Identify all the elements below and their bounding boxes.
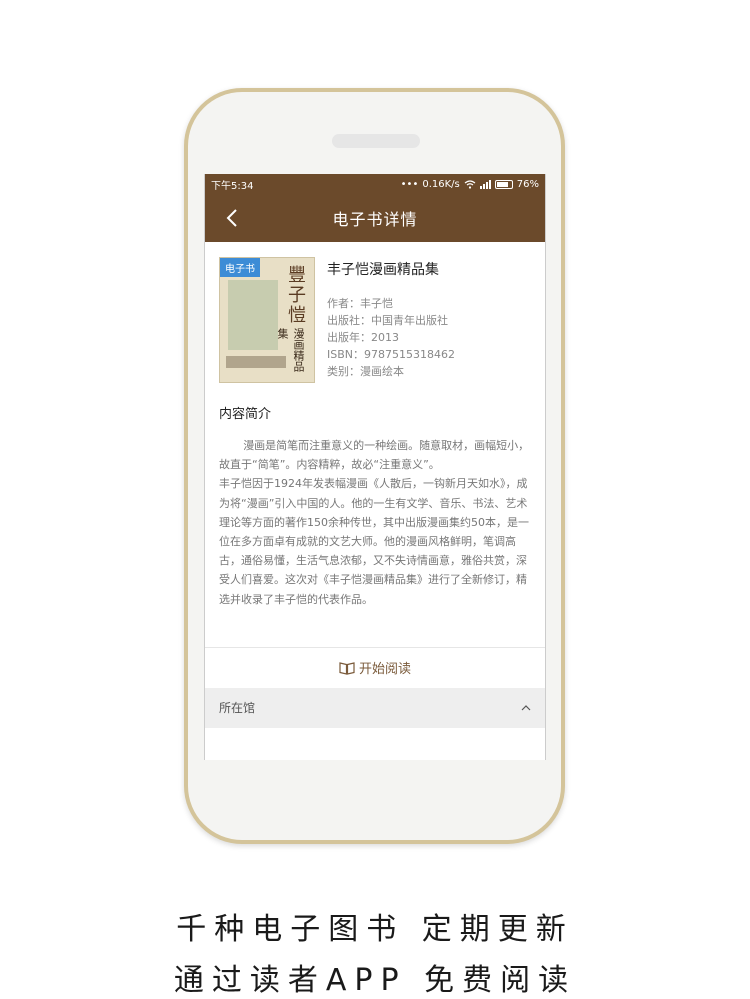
book-cover[interactable]: 豐子愷 漫画精品集 电子书	[219, 257, 315, 383]
phone-screen: 下午5:34 ••• 0.16K/s 76% 电子书详情 豐子愷 漫画精品集 电…	[204, 174, 546, 760]
cover-illustration	[228, 280, 278, 350]
status-time: 下午5:34	[211, 180, 254, 192]
phone-speaker	[332, 134, 420, 148]
summary-heading: 内容简介	[219, 407, 272, 422]
more-dots-icon: •••	[400, 178, 419, 190]
chevron-up-icon	[521, 704, 531, 711]
chevron-left-icon[interactable]	[221, 206, 245, 230]
book-meta: 丰子恺漫画精品集 作者：丰子恺 出版社：中国青年出版社 出版年：2013 ISB…	[327, 257, 455, 383]
book-year: 出版年：2013	[327, 331, 399, 344]
book-isbn: ISBN：9787515318462	[327, 348, 455, 361]
start-reading-button[interactable]: 开始阅读	[205, 648, 545, 688]
nav-bar: 电子书详情	[205, 194, 545, 242]
book-info: 豐子愷 漫画精品集 电子书 丰子恺漫画精品集 作者：丰子恺 出版社：中国青年出版…	[205, 242, 545, 383]
library-section-toggle[interactable]: 所在馆	[205, 687, 545, 728]
book-title: 丰子恺漫画精品集	[327, 262, 439, 278]
battery-percent: 76%	[516, 178, 539, 190]
summary-paragraph-2: 丰子恺因于1924年发表幅漫画《人散后，一钩新月天如水》，成为将“漫画”引入中国…	[219, 477, 529, 606]
book-category: 类别：漫画绘本	[327, 365, 404, 378]
book-icon	[339, 662, 355, 675]
network-speed: 0.16K/s	[422, 178, 460, 190]
battery-icon	[494, 179, 513, 189]
cover-title: 豐子愷	[288, 265, 306, 326]
book-publisher: 出版社：中国青年出版社	[327, 314, 448, 327]
caption-line-1: 千种电子图书 定期更新	[176, 912, 574, 947]
library-label: 所在馆	[219, 701, 256, 716]
book-author: 作者：丰子恺	[327, 297, 393, 310]
summary-paragraph-1: 漫画是简笔而注重意义的一种绘画。随意取材，画幅短小，故直于“简笔”。内容精粹，故…	[219, 439, 530, 472]
signal-icon	[479, 179, 491, 189]
start-reading-label: 开始阅读	[358, 662, 411, 678]
cover-band	[226, 356, 286, 368]
cover-subtitle: 漫画精品集	[276, 328, 305, 372]
battery-fill	[496, 181, 508, 187]
caption-line-2: 通过读者APP 免费阅读	[173, 963, 577, 998]
page-title: 电子书详情	[332, 210, 418, 229]
status-bar: 下午5:34 ••• 0.16K/s 76%	[205, 174, 545, 194]
summary-text: 漫画是简笔而注重意义的一种绘画。随意取材，画幅短小，故直于“简笔”。内容精粹，故…	[219, 436, 531, 609]
wifi-icon	[464, 179, 476, 189]
ebook-tag: 电子书	[220, 258, 260, 277]
